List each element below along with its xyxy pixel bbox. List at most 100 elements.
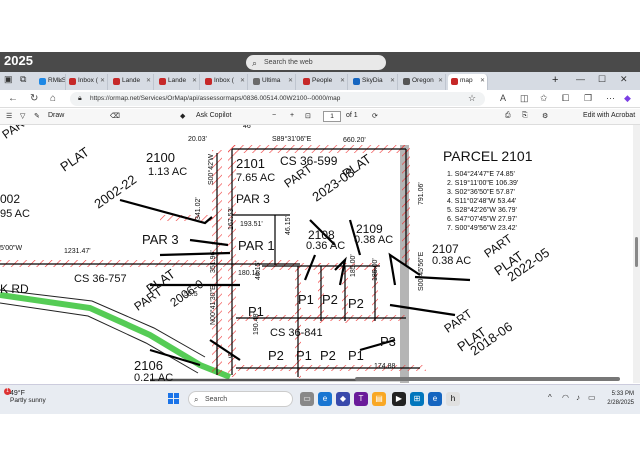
windows-taskbar: 1 49°F Partly sunny ⌕ Search ▭ e ◆ T ▤ ▶… xyxy=(0,384,640,414)
tab-4[interactable]: Inbox ( ✕ xyxy=(202,74,248,90)
teams-icon[interactable]: T xyxy=(354,392,368,406)
minimize-icon[interactable]: — xyxy=(576,74,585,84)
assessor-map-view[interactable]: 20.03' 46 S89°31'06"E 660.20' 2100 1.13 AC 210… xyxy=(0,125,633,383)
taskbar-search-label: Search xyxy=(205,396,228,403)
home-icon[interactable]: ⌂ xyxy=(50,93,56,104)
close-tab-icon[interactable]: ✕ xyxy=(240,77,245,84)
map-label-32: 2107 xyxy=(432,242,459,256)
close-tab-icon[interactable]: ✕ xyxy=(480,77,485,84)
rotate-icon[interactable]: ⟳ xyxy=(372,112,378,120)
volume-icon[interactable]: ♪ xyxy=(576,393,580,402)
hp-app-icon[interactable]: h xyxy=(446,392,460,406)
wifi-icon[interactable]: ◠ xyxy=(562,393,569,402)
tray-chevron-icon[interactable]: ^ xyxy=(548,393,552,402)
tab-actions-icon[interactable]: ▣ xyxy=(4,74,13,85)
clock[interactable]: 5:33 PM 2/28/2025 xyxy=(600,390,634,408)
close-tab-icon[interactable]: ✕ xyxy=(438,77,443,84)
tab-7[interactable]: SkyDia ✕ xyxy=(350,74,398,90)
tab-0[interactable]: RMLSw✕ xyxy=(36,74,66,90)
zoom-out-button[interactable]: − xyxy=(272,112,276,119)
settings-icon[interactable]: ⚙ xyxy=(542,112,548,120)
close-tab-icon[interactable]: ✕ xyxy=(100,77,105,84)
tab-6[interactable]: People ✕ xyxy=(300,74,348,90)
draw-button-label[interactable]: Draw xyxy=(48,112,64,119)
fit-page-icon[interactable]: ⊡ xyxy=(305,112,311,120)
zoom-in-button[interactable]: + xyxy=(290,112,294,119)
map-label-26: PAR 3 xyxy=(142,232,179,247)
battery-icon[interactable]: ▭ xyxy=(588,393,596,402)
read-aloud-icon[interactable]: A xyxy=(500,93,506,103)
search-icon: ⌕ xyxy=(252,58,258,68)
weather-widget[interactable]: 49°F Partly sunny xyxy=(10,390,46,404)
map-label-57: P3 xyxy=(380,334,396,349)
tab-favicon xyxy=(353,78,360,85)
tab-label: Lande xyxy=(168,77,187,84)
vertical-scrollbar[interactable] xyxy=(633,125,640,383)
map-label-21: S00°42'W xyxy=(208,154,215,185)
favorites-icon[interactable]: ✩ xyxy=(540,93,548,104)
edge-icon[interactable]: e xyxy=(318,392,332,406)
file-explorer-icon[interactable]: ▤ xyxy=(372,392,386,406)
page-number-input[interactable]: 1 xyxy=(323,111,341,122)
tab-5[interactable]: Ultima ✕ xyxy=(250,74,296,90)
refresh-icon[interactable]: ↻ xyxy=(30,93,38,104)
tab-9[interactable]: map ✕ xyxy=(448,74,488,90)
close-tab-icon[interactable]: ✕ xyxy=(192,77,197,84)
media-app-icon[interactable]: ▶ xyxy=(392,392,406,406)
print-icon[interactable]: ⎙ xyxy=(505,112,511,120)
close-window-icon[interactable]: ✕ xyxy=(620,74,628,85)
split-screen-icon[interactable]: ◫ xyxy=(520,93,529,104)
close-tab-icon[interactable]: ✕ xyxy=(390,77,395,84)
new-tab-button[interactable]: + xyxy=(552,74,558,86)
collections-icon[interactable]: ❐ xyxy=(584,93,592,104)
tab-label: Inbox ( xyxy=(78,77,98,84)
desktop-wallpaper-bar: 2025 ⌕ Search the web xyxy=(0,52,640,72)
back-icon[interactable]: ← xyxy=(8,93,18,104)
copilot-icon[interactable]: ◆ xyxy=(624,93,631,104)
bearing-line-7: 7. S00°49'56"W 23.42' xyxy=(447,225,517,232)
tab-favicon xyxy=(39,78,46,85)
tab-3[interactable]: Lande ✕ xyxy=(156,74,200,90)
wallpaper-search-box[interactable]: ⌕ Search the web xyxy=(246,55,386,70)
tab-2[interactable]: Lande ✕ xyxy=(110,74,154,90)
close-tab-icon[interactable]: ✕ xyxy=(58,77,63,84)
extensions-icon[interactable]: ⧠ xyxy=(562,93,569,104)
highlight-icon[interactable]: ▽ xyxy=(20,112,25,120)
copilot-app-icon[interactable]: ◆ xyxy=(336,392,350,406)
horizontal-scrollbar[interactable] xyxy=(355,377,620,381)
ask-copilot-button[interactable]: Ask Copilot xyxy=(196,112,231,119)
edit-with-acrobat-button[interactable]: Edit with Acrobat xyxy=(583,112,635,119)
map-label-25: 1231.47' xyxy=(64,248,91,255)
tab-label: Lande xyxy=(122,77,141,84)
wallpaper-year: 2025 xyxy=(4,53,33,68)
start-button[interactable] xyxy=(168,393,180,405)
edge-app-icon[interactable]: e xyxy=(428,392,442,406)
address-bar-row: ← ↻ ⌂ 🔒︎ https://ormap.net/Services/OrMa… xyxy=(0,90,640,108)
tab-favicon xyxy=(253,78,260,85)
save-icon[interactable]: ⎘ xyxy=(522,112,528,120)
close-tab-icon[interactable]: ✕ xyxy=(146,77,151,84)
contents-icon[interactable]: ☰ xyxy=(6,112,12,120)
map-label-50: P1 xyxy=(298,292,314,307)
map-label-60: P2 xyxy=(320,348,336,363)
map-label-0: 20.03' xyxy=(188,136,207,143)
tab-1[interactable]: Inbox (✕ xyxy=(66,74,108,90)
tab-8[interactable]: Oregon ✕ xyxy=(400,74,446,90)
draw-icon[interactable]: ✎ xyxy=(34,112,40,120)
copilot-small-icon[interactable]: ◆ xyxy=(180,112,185,120)
tab-favicon xyxy=(403,78,410,85)
workspaces-icon[interactable]: ⧉ xyxy=(20,74,26,85)
tab-label: Inbox ( xyxy=(214,77,234,84)
vertical-scrollbar-thumb[interactable] xyxy=(635,237,638,267)
close-tab-icon[interactable]: ✕ xyxy=(340,77,345,84)
maximize-icon[interactable]: ☐ xyxy=(598,74,606,85)
close-tab-icon[interactable]: ✕ xyxy=(288,77,293,84)
url-field[interactable]: 🔒︎ https://ormap.net/Services/OrMap/api/… xyxy=(70,92,485,106)
task-view-icon[interactable]: ▭ xyxy=(300,392,314,406)
more-menu-icon[interactable]: ⋯ xyxy=(606,93,615,104)
eraser-icon[interactable]: ⌫ xyxy=(110,112,120,120)
taskbar-search-box[interactable]: ⌕ Search xyxy=(188,391,293,407)
store-icon[interactable]: ⊞ xyxy=(410,392,424,406)
star-icon[interactable]: ☆ xyxy=(468,93,476,104)
weather-temp: 49°F xyxy=(10,390,25,397)
